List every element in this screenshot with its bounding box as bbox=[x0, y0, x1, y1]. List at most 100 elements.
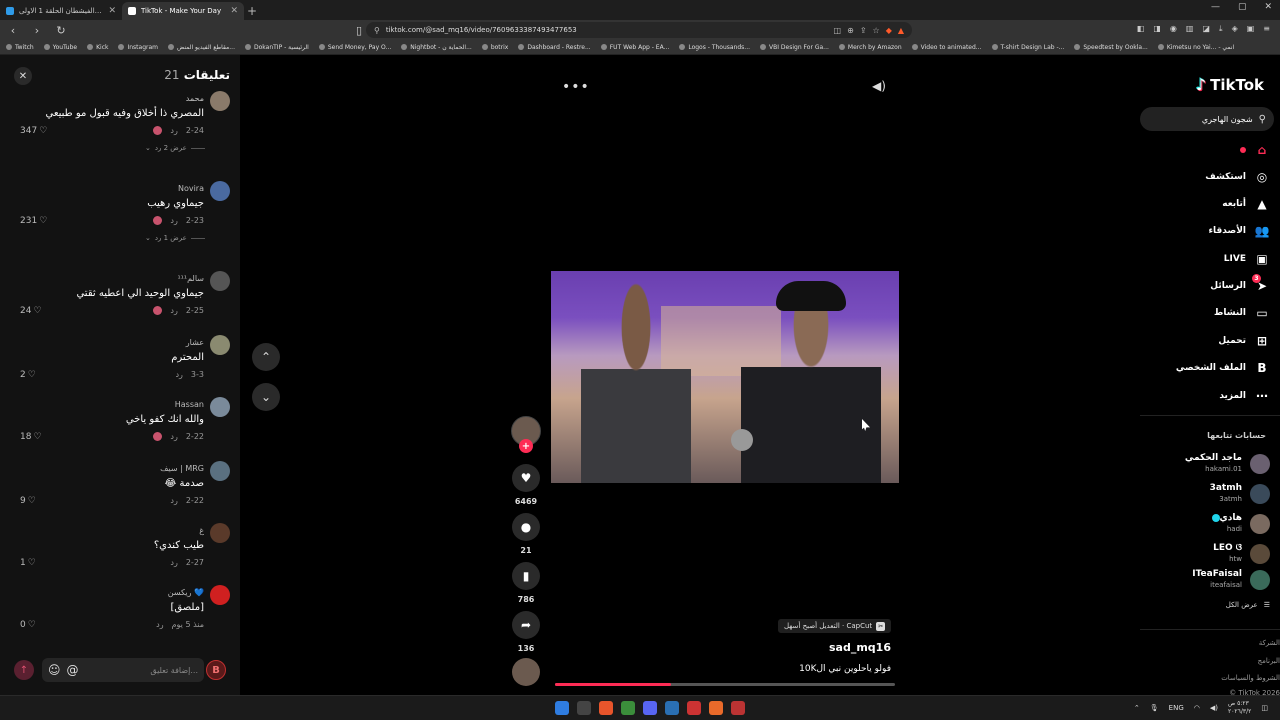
next-video-button[interactable]: ⌄ bbox=[252, 383, 280, 411]
next-video-author-avatar[interactable] bbox=[512, 658, 540, 686]
emoji-icon[interactable]: ☺ bbox=[48, 663, 61, 677]
comment-like-button[interactable]: 18 ♡ bbox=[20, 432, 42, 442]
star-icon[interactable]: ☆ bbox=[873, 26, 880, 35]
commenter-name[interactable]: محمد bbox=[186, 94, 204, 103]
bookmark-item[interactable]: YouTube bbox=[43, 44, 77, 51]
commenter-name[interactable]: غ bbox=[199, 526, 204, 535]
reply-button[interactable]: رد bbox=[170, 558, 177, 567]
bookmark-item[interactable]: Kimetsu no Yai... - انمي bbox=[1157, 44, 1234, 51]
search-icon[interactable]: ⚲ bbox=[1259, 114, 1266, 125]
previous-video-button[interactable]: ⌃ bbox=[252, 343, 280, 371]
close-comments-icon[interactable]: ✕ bbox=[14, 67, 32, 85]
follow-author-button[interactable]: + bbox=[519, 439, 533, 453]
send-comment-button[interactable]: ↑ bbox=[14, 660, 34, 680]
site-info-icon[interactable]: ⚲ bbox=[374, 26, 380, 35]
sidebar-nav-more[interactable]: ⋯ المزيد bbox=[1219, 388, 1270, 404]
sidebar-nav-home[interactable]: ⌂ bbox=[1240, 142, 1270, 158]
bookmark-item[interactable]: Video to animated... bbox=[911, 44, 982, 51]
save-button[interactable]: ▮ bbox=[512, 562, 540, 590]
wallet-icon[interactable]: ▣ bbox=[1247, 24, 1255, 34]
notifications-icon[interactable]: ◫ bbox=[1261, 704, 1268, 712]
footer-link[interactable]: البرنامج bbox=[1258, 657, 1280, 665]
video-progress-bar[interactable] bbox=[555, 683, 895, 686]
share-icon[interactable]: ⇪ bbox=[860, 26, 867, 35]
chrome-icon[interactable] bbox=[621, 701, 635, 715]
reply-button[interactable]: رد bbox=[156, 620, 163, 629]
back-icon[interactable]: ‹ bbox=[6, 24, 20, 37]
volume-icon[interactable]: ◀) bbox=[872, 79, 886, 93]
close-tab-icon[interactable]: ✕ bbox=[108, 6, 116, 16]
brave-shield-icon[interactable]: ◆ bbox=[886, 26, 892, 35]
bookmark-item[interactable]: Send Money, Pay O... bbox=[318, 44, 391, 51]
minimize-icon[interactable]: — bbox=[1211, 2, 1220, 12]
search-input[interactable]: ⚲ شجون الهاجري bbox=[1140, 107, 1274, 131]
following-account[interactable]: 3atmh 3atmh bbox=[1140, 481, 1270, 507]
firefox-icon[interactable] bbox=[709, 701, 723, 715]
bookmark-item[interactable]: botrix bbox=[481, 44, 508, 51]
comment-like-button[interactable]: 9 ♡ bbox=[20, 496, 36, 506]
clock[interactable]: ٥:٢٣ ص ٢٠٢٦/٣/٢ bbox=[1228, 700, 1251, 716]
comment-like-button[interactable]: 24 ♡ bbox=[20, 306, 42, 316]
video-player[interactable] bbox=[551, 271, 899, 483]
bookmark-icon[interactable]: ▯ bbox=[352, 24, 366, 37]
wifi-icon[interactable]: ◠ bbox=[1194, 704, 1200, 712]
maximize-icon[interactable]: ▢ bbox=[1238, 2, 1247, 12]
mention-icon[interactable]: @ bbox=[67, 663, 79, 677]
reply-button[interactable]: رد bbox=[170, 216, 177, 225]
commenter-name[interactable]: سيف | MRG bbox=[160, 464, 204, 473]
reply-button[interactable]: رد bbox=[170, 496, 177, 505]
following-account[interactable]: ITeaFaisal iteafaisal bbox=[1140, 567, 1270, 593]
like-button[interactable]: ♥ bbox=[512, 464, 540, 492]
bookmark-item[interactable]: Nightbot - الحماية ن... bbox=[401, 44, 472, 51]
reply-button[interactable]: رد bbox=[170, 126, 177, 135]
sidebar-nav-compass[interactable]: ◎ استكشف bbox=[1205, 169, 1270, 185]
comment-like-button[interactable]: 1 ♡ bbox=[20, 558, 36, 568]
commenter-name[interactable]: Hassan bbox=[175, 400, 204, 409]
sidebar-nav-messages[interactable]: ➤ 3 الرسائل bbox=[1210, 274, 1270, 294]
extension-icon[interactable]: ◧ bbox=[1137, 24, 1145, 34]
reply-button[interactable]: رد bbox=[170, 432, 177, 441]
extension-icon[interactable]: ◈ bbox=[1232, 24, 1238, 34]
comment-input[interactable]: ☺ @ إضافة تعليق... bbox=[42, 658, 204, 682]
bookmark-item[interactable]: T-shirt Design Lab -... bbox=[991, 44, 1064, 51]
share-button[interactable]: ➦ bbox=[512, 611, 540, 639]
following-account[interactable]: LEO ଓ htw bbox=[1140, 541, 1270, 567]
bookmark-item[interactable]: Kick bbox=[87, 44, 108, 51]
sidebar-nav-profile[interactable]: B الملف الشخصي bbox=[1176, 360, 1270, 376]
app-icon[interactable] bbox=[665, 701, 679, 715]
downloads-icon[interactable]: ⤓ bbox=[1219, 24, 1223, 34]
rewards-icon[interactable]: ▲ bbox=[898, 26, 904, 35]
discord-icon[interactable] bbox=[643, 701, 657, 715]
new-tab-button[interactable]: + bbox=[244, 2, 260, 20]
forward-icon[interactable]: › bbox=[30, 24, 44, 37]
bookmark-item[interactable]: FUT Web App - EA... bbox=[600, 44, 669, 51]
sidebar-nav-live[interactable]: ▣ LIVE bbox=[1224, 251, 1270, 267]
bookmark-item[interactable]: Twitch bbox=[6, 44, 34, 51]
comment-like-button[interactable]: 347 ♡ bbox=[20, 126, 47, 136]
language-indicator[interactable]: ENG bbox=[1169, 704, 1184, 712]
chevron-up-icon[interactable]: ⌃ bbox=[1134, 704, 1140, 712]
close-tab-icon[interactable]: ✕ bbox=[230, 6, 238, 16]
sidebar-nav-activity[interactable]: ▭ النشاط bbox=[1214, 305, 1270, 321]
reply-button[interactable]: رد bbox=[170, 306, 177, 315]
windows-start-icon[interactable] bbox=[555, 701, 569, 715]
bookmark-item[interactable]: VBI Design For Ga... bbox=[760, 44, 829, 51]
commenter-name[interactable]: عشار bbox=[186, 338, 204, 347]
footer-link[interactable]: الشركة bbox=[1259, 639, 1280, 647]
menu-icon[interactable]: ≡ bbox=[1263, 24, 1270, 34]
brave-icon[interactable] bbox=[599, 701, 613, 715]
bookmark-item[interactable]: مقاطع الفيديو المنض... bbox=[168, 44, 235, 51]
commenter-avatar[interactable] bbox=[210, 461, 230, 481]
following-account[interactable]: ماجد الحكمي hakami.01 bbox=[1140, 451, 1270, 477]
translate-icon[interactable]: ◫ bbox=[834, 26, 842, 35]
following-account[interactable]: هادي hadi bbox=[1140, 511, 1270, 537]
bookmark-item[interactable]: Merch by Amazon bbox=[838, 44, 902, 51]
close-window-icon[interactable]: ✕ bbox=[1264, 2, 1272, 12]
sidebar-toggle-icon[interactable]: ▥ bbox=[1186, 24, 1194, 34]
search-icon[interactable] bbox=[577, 701, 591, 715]
sidebar-nav-following[interactable]: ▲ أتابعه bbox=[1222, 196, 1270, 212]
bookmark-item[interactable]: Instagram bbox=[118, 44, 158, 51]
zoom-icon[interactable]: ⊕ bbox=[847, 26, 854, 35]
commenter-avatar[interactable] bbox=[210, 585, 230, 605]
app-icon[interactable] bbox=[731, 701, 745, 715]
